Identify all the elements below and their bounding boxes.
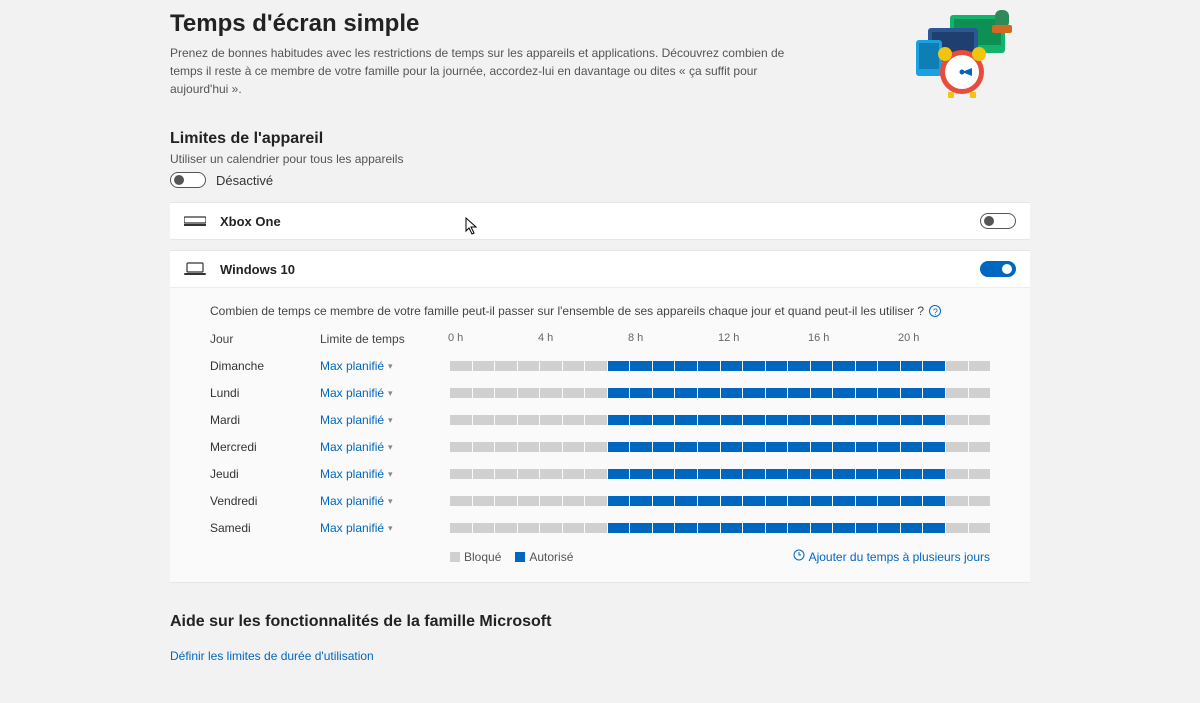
laptop-icon (184, 261, 206, 277)
day-label: Dimanche (210, 359, 320, 373)
axis-tick: 20 h (898, 332, 919, 344)
axis-tick: 0 h (448, 332, 463, 344)
clock-icon (793, 549, 805, 564)
day-label: Samedi (210, 521, 320, 535)
device-toggle-xbox[interactable] (980, 213, 1016, 229)
day-label: Jeudi (210, 467, 320, 481)
device-card-xbox: Xbox One (170, 202, 1030, 240)
axis-tick: 12 h (718, 332, 739, 344)
global-toggle-label: Désactivé (216, 173, 273, 188)
schedule-bar[interactable] (450, 415, 990, 425)
chevron-down-icon: ▾ (388, 442, 393, 453)
axis-tick: 8 h (628, 332, 643, 344)
time-limit-selector[interactable]: Max planifié ▾ (320, 385, 450, 400)
col-header-limit: Limite de temps (320, 332, 450, 346)
hero-illustration (880, 10, 1030, 100)
footer-link[interactable]: Définir les limites de durée d'utilisati… (170, 649, 374, 663)
page-subtitle: Prenez de bonnes habitudes avec les rest… (170, 44, 810, 98)
device-name: Windows 10 (220, 262, 295, 277)
add-time-link[interactable]: Ajouter du temps à plusieurs jours (793, 549, 990, 564)
day-label: Mardi (210, 413, 320, 427)
schedule-bar[interactable] (450, 496, 990, 506)
day-label: Mercredi (210, 440, 320, 454)
time-limit-selector[interactable]: Max planifié ▾ (320, 520, 450, 535)
legend-blocked: Bloqué (450, 550, 501, 564)
console-icon (184, 213, 206, 229)
schedule-bar[interactable] (450, 442, 990, 452)
axis-tick: 4 h (538, 332, 553, 344)
device-card-windows: Windows 10 Combien de temps ce membre de… (170, 250, 1030, 583)
schedule-bar[interactable] (450, 523, 990, 533)
device-limits-section: Limites de l'appareil Utiliser un calend… (170, 130, 1030, 188)
time-limit-selector[interactable]: Max planifié ▾ (320, 412, 450, 427)
axis-tick: 16 h (808, 332, 829, 344)
day-label: Lundi (210, 386, 320, 400)
time-limit-selector[interactable]: Max planifié ▾ (320, 493, 450, 508)
global-schedule-toggle[interactable] (170, 172, 206, 188)
chevron-down-icon: ▾ (388, 388, 393, 399)
section-subtitle: Utiliser un calendrier pour tous les app… (170, 152, 1030, 166)
legend-allowed: Autorisé (515, 550, 573, 564)
chevron-down-icon: ▾ (388, 415, 393, 426)
footer-title: Aide sur les fonctionnalités de la famil… (170, 613, 1030, 631)
chevron-down-icon: ▾ (388, 469, 393, 480)
chevron-down-icon: ▾ (388, 496, 393, 507)
schedule-bar[interactable] (450, 361, 990, 371)
time-limit-selector[interactable]: Max planifié ▾ (320, 358, 450, 373)
time-limit-selector[interactable]: Max planifié ▾ (320, 466, 450, 481)
time-limit-selector[interactable]: Max planifié ▾ (320, 439, 450, 454)
info-icon[interactable]: ? (929, 305, 941, 317)
schedule-bar[interactable] (450, 469, 990, 479)
time-axis: 0 h 4 h 8 h 12 h 16 h 20 h (450, 332, 990, 346)
day-label: Vendredi (210, 494, 320, 508)
device-toggle-windows[interactable] (980, 261, 1016, 277)
page-title: Temps d'écran simple (170, 10, 810, 38)
device-name: Xbox One (220, 214, 281, 229)
col-header-day: Jour (210, 332, 320, 346)
section-title: Limites de l'appareil (170, 130, 1030, 148)
chevron-down-icon: ▾ (388, 361, 393, 372)
schedule-intro: Combien de temps ce membre de votre fami… (210, 304, 990, 318)
chevron-down-icon: ▾ (388, 523, 393, 534)
schedule-bar[interactable] (450, 388, 990, 398)
